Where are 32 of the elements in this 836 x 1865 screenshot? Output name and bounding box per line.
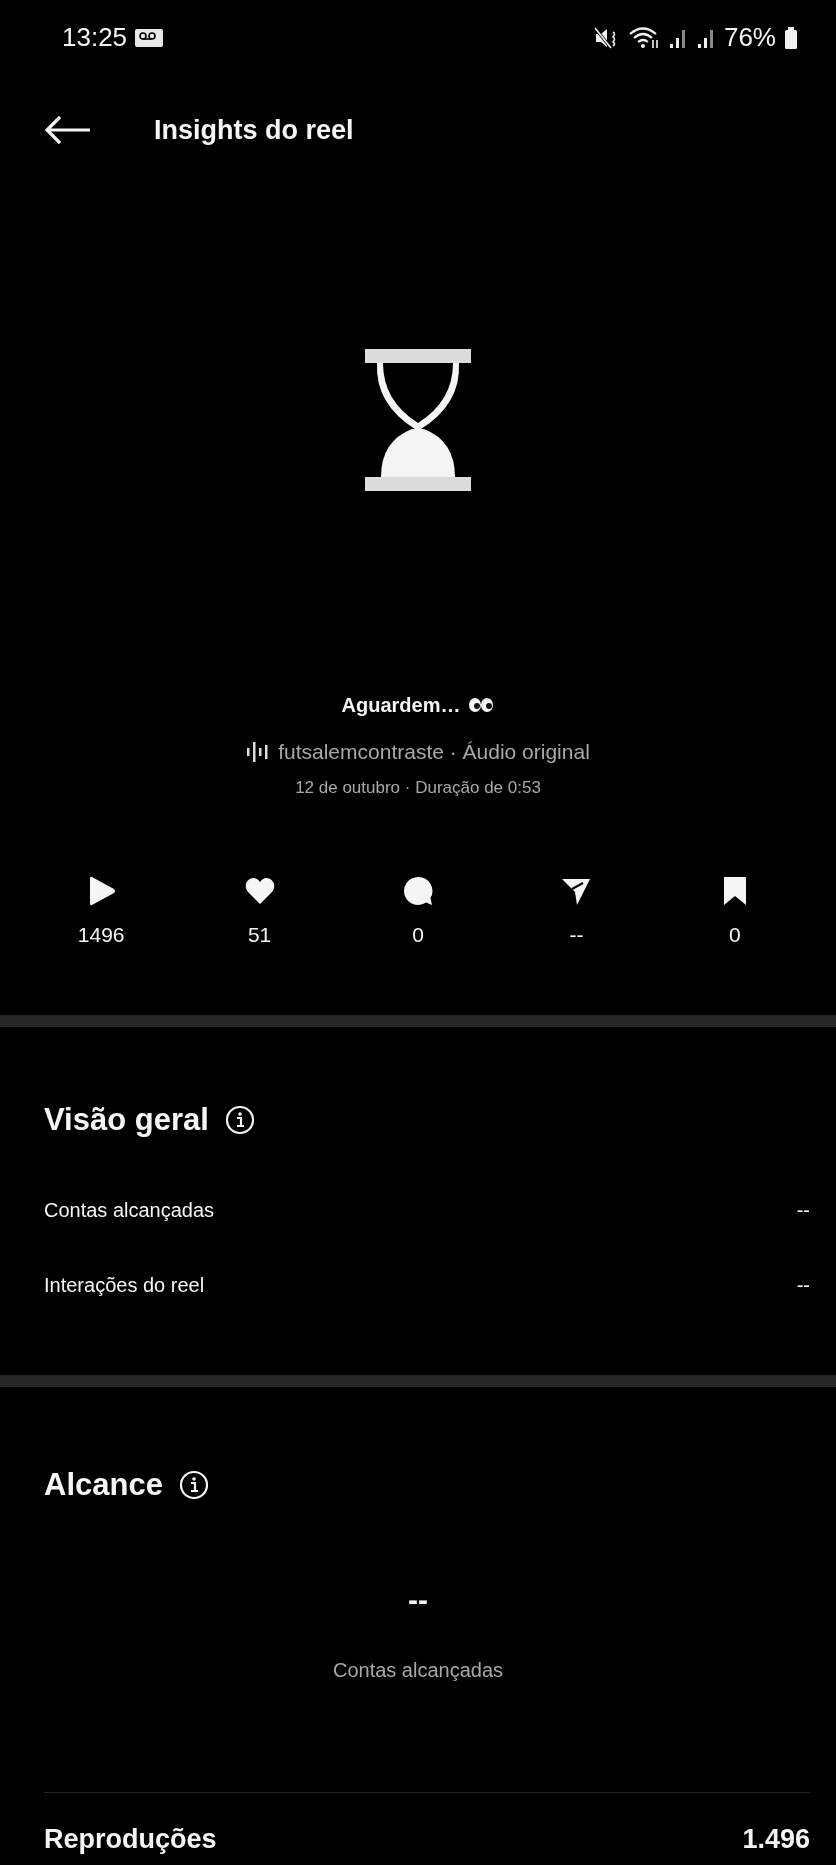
section-title: Visão geral (44, 1102, 209, 1138)
metric-label: Interações do reel (44, 1273, 205, 1297)
info-icon[interactable] (178, 1470, 209, 1500)
metric-value: 1.496 (742, 1823, 810, 1855)
reel-date-duration: 12 de outubro · Duração de 0:53 (295, 778, 541, 798)
back-arrow-icon[interactable] (44, 114, 92, 146)
audio-wave-icon (246, 742, 269, 762)
battery-icon (784, 25, 798, 50)
metric-value: -- (796, 1273, 810, 1297)
info-icon[interactable] (224, 1105, 255, 1135)
stat-count: 0 (412, 922, 424, 948)
page-title: Insights do reel (154, 114, 354, 146)
wifi-icon (627, 25, 660, 50)
audio-info[interactable]: futsalemcontraste · Áudio original (278, 740, 590, 764)
reach-value: -- (407, 1582, 429, 1618)
comment-icon (402, 875, 434, 907)
heart-icon (243, 875, 276, 907)
reach-caption: Contas alcançadas (331, 1658, 505, 1683)
eyes-icon (468, 697, 495, 713)
stat-count: 0 (728, 922, 741, 948)
reel-caption: Aguardem… (341, 693, 461, 717)
battery-percent: 76% (723, 22, 776, 53)
stat-count: 1496 (77, 922, 125, 948)
status-time: 13:25 (62, 22, 128, 53)
section-title: Alcance (44, 1467, 163, 1503)
voicemail-icon (135, 26, 164, 49)
metric-label: Contas alcançadas (44, 1198, 215, 1222)
hourglass-icon (365, 349, 471, 491)
stat-count: 51 (247, 922, 272, 948)
stat-count: -- (569, 922, 584, 948)
metric-label: Reproduções (44, 1823, 217, 1855)
metric-value: -- (796, 1198, 810, 1222)
